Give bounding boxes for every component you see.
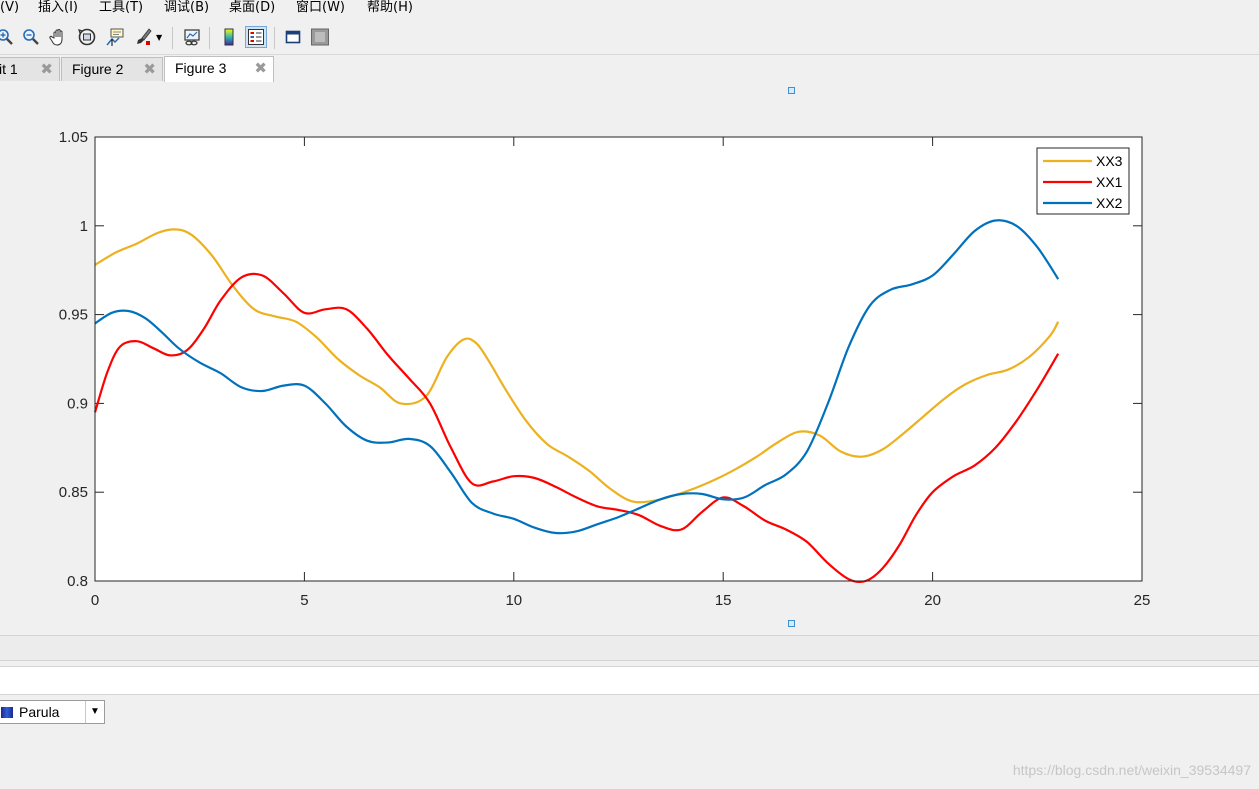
x-tick-label: 0 — [91, 592, 99, 609]
close-icon[interactable]: ✖ — [143, 58, 156, 81]
tab-fit-1[interactable]: it 1 ✖ — [0, 57, 60, 81]
zoom-in-icon — [0, 29, 13, 45]
tab-figure-2[interactable]: Figure 2 ✖ — [61, 57, 163, 81]
show-plot-tools-icon — [311, 28, 329, 46]
zoom-out-button[interactable] — [20, 26, 42, 48]
colormap-dropdown[interactable]: Parula ▼ — [0, 700, 105, 724]
y-tick-label: 0.9 — [67, 395, 88, 412]
tab-figure-3[interactable]: Figure 3 ✖ — [164, 56, 274, 82]
x-tick-label: 20 — [924, 592, 941, 609]
legend-icon — [248, 29, 264, 45]
colorbar-icon — [224, 28, 234, 46]
y-tick-label: 0.85 — [59, 484, 88, 501]
insert-colorbar-button[interactable] — [218, 26, 240, 48]
rotate-3d-icon — [78, 28, 96, 46]
hide-plot-tools-button[interactable] — [282, 26, 304, 48]
colormap-swatch — [1, 707, 13, 718]
show-plot-tools-button[interactable] — [309, 26, 331, 48]
legend-label: XX3 — [1096, 153, 1123, 169]
menu-tools[interactable]: 工具(T) — [99, 0, 143, 16]
x-tick-label: 10 — [505, 592, 522, 609]
zoom-in-button[interactable] — [0, 26, 16, 48]
property-strip — [0, 635, 1259, 661]
menu-view[interactable]: (V) — [0, 0, 19, 16]
brush-icon — [137, 28, 152, 45]
close-icon[interactable]: ✖ — [254, 57, 267, 80]
brush-button[interactable] — [132, 26, 154, 48]
link-plot-button[interactable] — [181, 26, 203, 48]
rotate-button[interactable] — [76, 26, 98, 48]
figure-tab-strip: it 1 ✖ Figure 2 ✖ Figure 3 ✖ — [0, 55, 1259, 83]
y-tick-label: 0.8 — [67, 573, 88, 590]
figure-toolbar: ▼ — [0, 20, 1259, 55]
hide-plot-tools-icon — [285, 30, 301, 44]
figure-canvas: 0 5 10 15 20 25 0.8 0.85 0.9 0.95 1 1.05 XX3 XX1 XX2 — [0, 82, 1259, 635]
menu-window[interactable]: 窗口(W) — [296, 0, 345, 16]
insert-legend-button[interactable] — [245, 26, 267, 48]
pan-button[interactable] — [48, 26, 70, 48]
plot-area — [95, 137, 1142, 581]
legend-label: XX2 — [1096, 195, 1123, 211]
y-tick-label: 0.95 — [59, 307, 88, 324]
tab-label: Figure 2 — [72, 61, 124, 77]
toolbar-separator — [172, 27, 173, 49]
x-tick-label: 5 — [300, 592, 308, 609]
x-tick-label: 15 — [715, 592, 732, 609]
chevron-down-icon[interactable]: ▼ — [85, 701, 104, 723]
line-chart[interactable]: 0 5 10 15 20 25 0.8 0.85 0.9 0.95 1 1.05 XX3 XX1 XX2 — [0, 82, 1259, 635]
legend-label: XX1 — [1096, 174, 1123, 190]
y-tick-label: 1 — [80, 218, 88, 235]
brush-dropdown-arrow-icon[interactable]: ▼ — [156, 33, 162, 42]
menu-debug[interactable]: 调试(B) — [164, 0, 209, 16]
data-cursor-icon — [106, 28, 124, 46]
zoom-out-icon — [23, 29, 39, 45]
menu-help[interactable]: 帮助(H) — [367, 0, 413, 16]
data-cursor-button[interactable] — [104, 26, 126, 48]
y-tick-label: 1.05 — [59, 129, 88, 146]
toolbar-separator — [274, 27, 275, 49]
tab-label: Figure 3 — [175, 60, 227, 76]
x-tick-label: 25 — [1134, 592, 1151, 609]
pan-hand-icon — [49, 29, 63, 46]
watermark-text: https://blog.csdn.net/weixin_39534497 — [1012, 762, 1251, 778]
menu-desktop[interactable]: 桌面(D) — [229, 0, 275, 16]
menu-insert[interactable]: 插入(I) — [38, 0, 78, 16]
colormap-selected-label: Parula — [19, 704, 60, 720]
menu-bar: (V) 插入(I) 工具(T) 调试(B) 桌面(D) 窗口(W) 帮助(H) — [0, 0, 1259, 20]
property-panel — [0, 666, 1259, 695]
tab-label: it 1 — [0, 61, 18, 77]
toolbar-separator — [209, 27, 210, 49]
close-icon[interactable]: ✖ — [40, 58, 53, 81]
link-plot-icon — [184, 29, 200, 46]
